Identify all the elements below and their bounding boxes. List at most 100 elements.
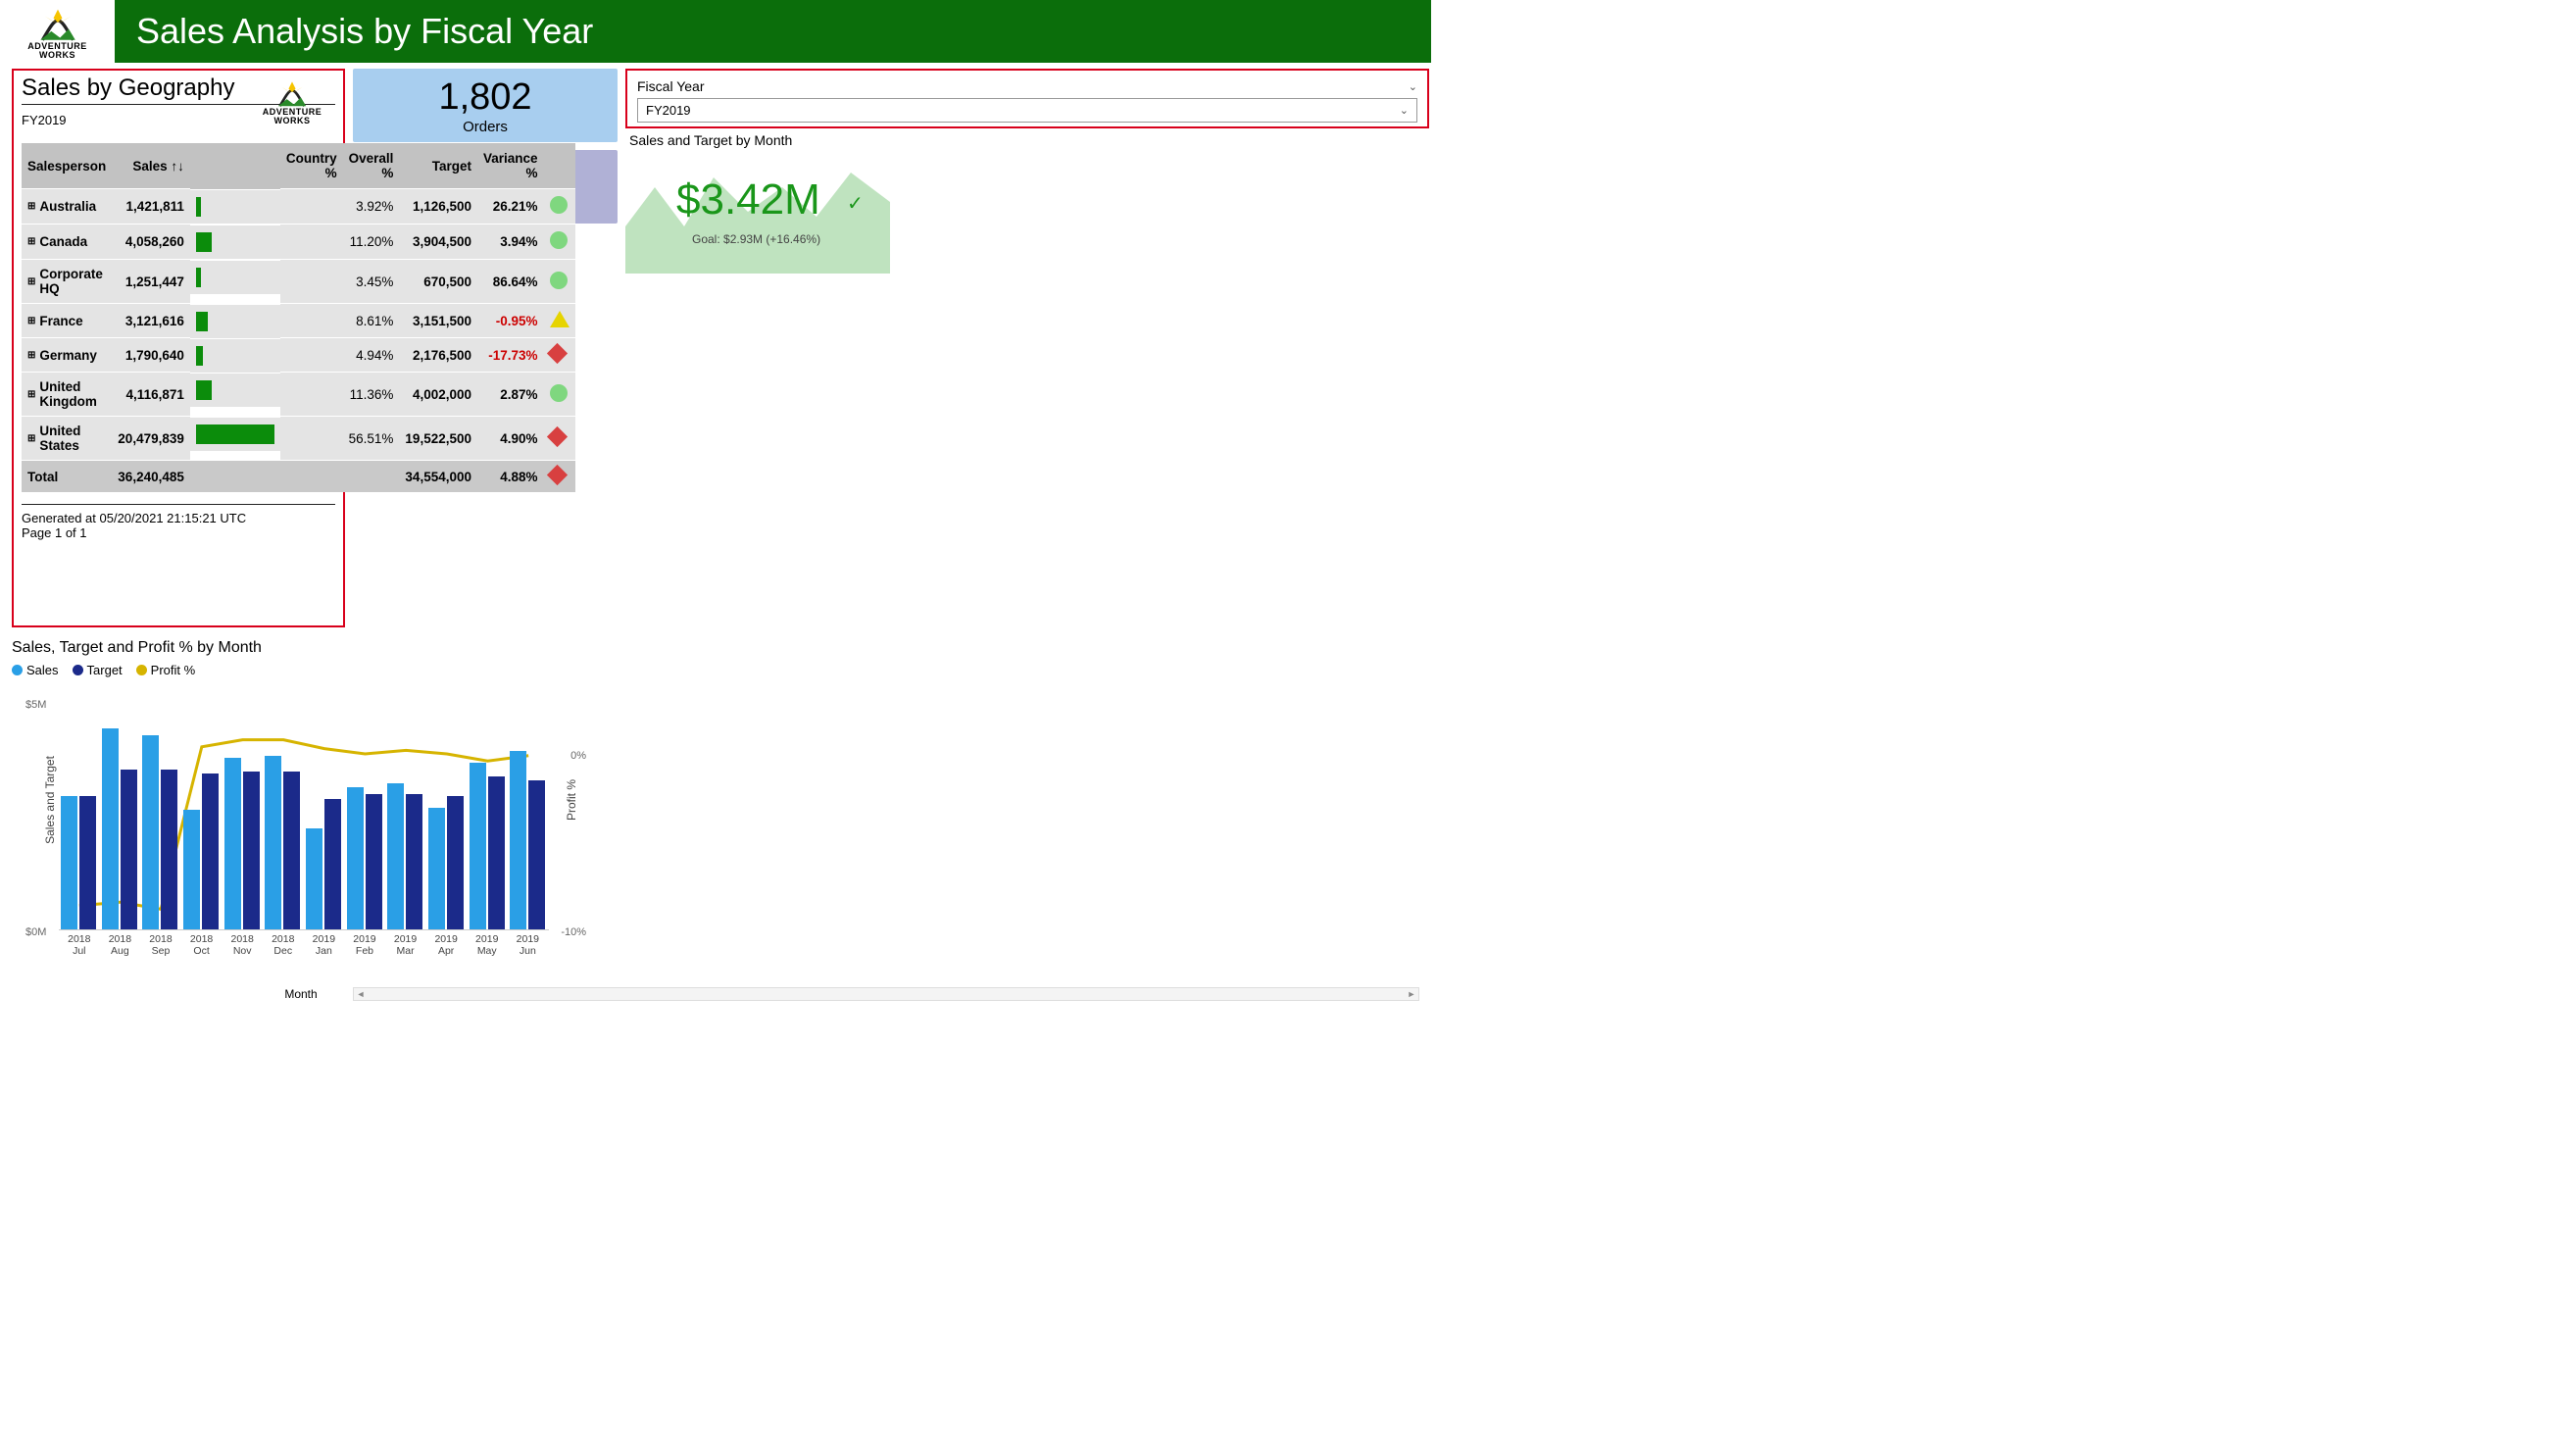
bar-target[interactable] — [447, 796, 464, 929]
expand-icon[interactable]: ⊞ — [27, 276, 35, 287]
expand-icon[interactable]: ⊞ — [27, 201, 35, 212]
bar-target[interactable] — [243, 772, 260, 929]
status-indicator-icon — [550, 196, 568, 214]
kpi-spark-card[interactable]: $3.42M ✓ Goal: $2.93M (+16.46%) — [625, 148, 1429, 274]
table-row[interactable]: ⊞ Germany1,790,6404.94%2,176,500-17.73% — [22, 338, 575, 373]
bar-sales[interactable] — [510, 751, 526, 929]
col-sales[interactable]: Sales ↑↓ — [112, 143, 190, 189]
bar-target[interactable] — [79, 796, 96, 929]
chevron-down-icon: ⌄ — [1409, 80, 1417, 93]
page-title: Sales Analysis by Fiscal Year — [115, 0, 1431, 63]
scroll-left-icon[interactable]: ◄ — [354, 989, 368, 999]
x-tick-label: 2018Sep — [140, 933, 181, 958]
legend-profit-swatch — [136, 665, 147, 675]
horizontal-scrollbar[interactable]: ◄ ► — [353, 987, 1419, 1001]
x-tick-label: 2019Mar — [385, 933, 426, 958]
y-tick-bot: $0M — [25, 926, 46, 938]
bar-sales[interactable] — [142, 735, 159, 929]
geo-table[interactable]: Salesperson Sales ↑↓ Country % Overall %… — [22, 143, 575, 492]
x-tick-label: 2018Nov — [222, 933, 263, 958]
page-info: Page 1 of 1 — [22, 525, 335, 540]
brand-logo: ADVENTUREWORKS — [257, 76, 327, 125]
check-icon: ✓ — [847, 191, 864, 216]
table-row[interactable]: ⊞ Australia1,421,8113.92%1,126,50026.21% — [22, 189, 575, 225]
bar-sales[interactable] — [306, 828, 322, 930]
bar-sales[interactable] — [347, 787, 364, 929]
expand-icon[interactable]: ⊞ — [27, 236, 35, 247]
bar-sales[interactable] — [224, 758, 241, 929]
slicer-dropdown[interactable]: FY2019 ⌄ — [637, 98, 1417, 123]
bar-target[interactable] — [324, 799, 341, 929]
scroll-right-icon[interactable]: ► — [1405, 989, 1418, 999]
sort-icon: ↑↓ — [171, 159, 184, 174]
y-tick-top: $5M — [25, 699, 46, 711]
brand-logo: ADVENTUREWORKS — [6, 3, 109, 60]
generated-at: Generated at 05/20/2021 21:15:21 UTC — [22, 511, 335, 525]
expand-icon[interactable]: ⊞ — [27, 350, 35, 361]
y2-tick-top: 0% — [570, 750, 586, 762]
bar-target[interactable] — [121, 770, 137, 929]
table-row[interactable]: ⊞ France3,121,6168.61%3,151,500-0.95% — [22, 304, 575, 338]
bar-target[interactable] — [161, 770, 177, 929]
col-overall-pct[interactable]: Overall % — [343, 143, 400, 189]
x-tick-label: 2019May — [467, 933, 508, 958]
bar-target[interactable] — [528, 780, 545, 929]
status-indicator-icon — [550, 272, 568, 289]
x-tick-label: 2018Aug — [100, 933, 141, 958]
bar-sales[interactable] — [183, 810, 200, 929]
col-indicator — [544, 143, 575, 189]
table-row[interactable]: ⊞ Canada4,058,26011.20%3,904,5003.94% — [22, 225, 575, 260]
x-tick-label: 2018Dec — [263, 933, 304, 958]
table-total-row: Total36,240,48534,554,0004.88% — [22, 461, 575, 493]
chevron-down-icon: ⌄ — [1400, 104, 1409, 117]
geo-footer: Generated at 05/20/2021 21:15:21 UTC Pag… — [22, 504, 335, 540]
x-tick-label: 2019Jun — [508, 933, 549, 958]
col-country-pct[interactable]: Country % — [280, 143, 343, 189]
expand-icon[interactable]: ⊞ — [27, 316, 35, 326]
bar-sales[interactable] — [470, 763, 486, 929]
bar-target[interactable] — [406, 794, 422, 929]
status-indicator-icon — [546, 426, 567, 447]
col-variance[interactable]: Variance % — [477, 143, 544, 189]
bar-sales[interactable] — [428, 808, 445, 929]
bar-sales[interactable] — [61, 796, 77, 929]
col-salesperson[interactable]: Salesperson — [22, 143, 112, 189]
legend-target-swatch — [73, 665, 83, 675]
header: ADVENTUREWORKS Sales Analysis by Fiscal … — [0, 0, 1431, 63]
bar-target[interactable] — [202, 773, 219, 929]
sales-by-geography-card[interactable]: ADVENTUREWORKS Sales by Geography FY2019… — [12, 69, 345, 627]
col-sales-bar — [190, 143, 280, 189]
legend-sales-swatch — [12, 665, 23, 675]
y2-tick-bot: -10% — [561, 926, 586, 938]
y-axis-label: Sales and Target — [43, 756, 57, 844]
bar-target[interactable] — [283, 772, 300, 929]
table-row[interactable]: ⊞ Corporate HQ1,251,4473.45%670,50086.64… — [22, 260, 575, 304]
table-row[interactable]: ⊞ United Kingdom4,116,87111.36%4,002,000… — [22, 373, 575, 417]
kpi-spark-goal: Goal: $2.93M (+16.46%) — [692, 232, 820, 246]
kpi-spark-title: Sales and Target by Month — [629, 132, 1429, 148]
bar-sales[interactable] — [387, 783, 404, 930]
bar-target[interactable] — [488, 776, 505, 929]
slicer-header[interactable]: Fiscal Year ⌄ — [637, 76, 1417, 96]
combo-legend: Sales Target Profit % — [12, 663, 618, 677]
status-indicator-icon — [550, 311, 570, 327]
x-axis-label: Month — [284, 987, 317, 1001]
table-row[interactable]: ⊞ United States20,479,83956.51%19,522,50… — [22, 417, 575, 461]
bar-sales[interactable] — [102, 728, 119, 929]
fiscal-year-slicer[interactable]: Fiscal Year ⌄ FY2019 ⌄ — [625, 69, 1429, 128]
kpi-orders[interactable]: 1,802 Orders — [353, 69, 618, 142]
bar-target[interactable] — [366, 794, 382, 929]
status-indicator-icon — [546, 343, 567, 364]
status-indicator-icon — [550, 231, 568, 249]
x-tick-label: 2019Jan — [304, 933, 345, 958]
kpi-orders-label: Orders — [463, 119, 508, 135]
col-target[interactable]: Target — [399, 143, 477, 189]
bar-sales[interactable] — [265, 756, 281, 929]
combo-chart-title: Sales, Target and Profit % by Month — [12, 639, 618, 657]
y2-axis-label: Profit % — [565, 779, 578, 821]
expand-icon[interactable]: ⊞ — [27, 389, 35, 400]
combo-chart[interactable]: Sales and Target Profit % $5M $0M 0% -10… — [12, 695, 590, 979]
status-indicator-icon — [546, 465, 567, 485]
x-tick-label: 2019Feb — [344, 933, 385, 958]
expand-icon[interactable]: ⊞ — [27, 433, 35, 444]
